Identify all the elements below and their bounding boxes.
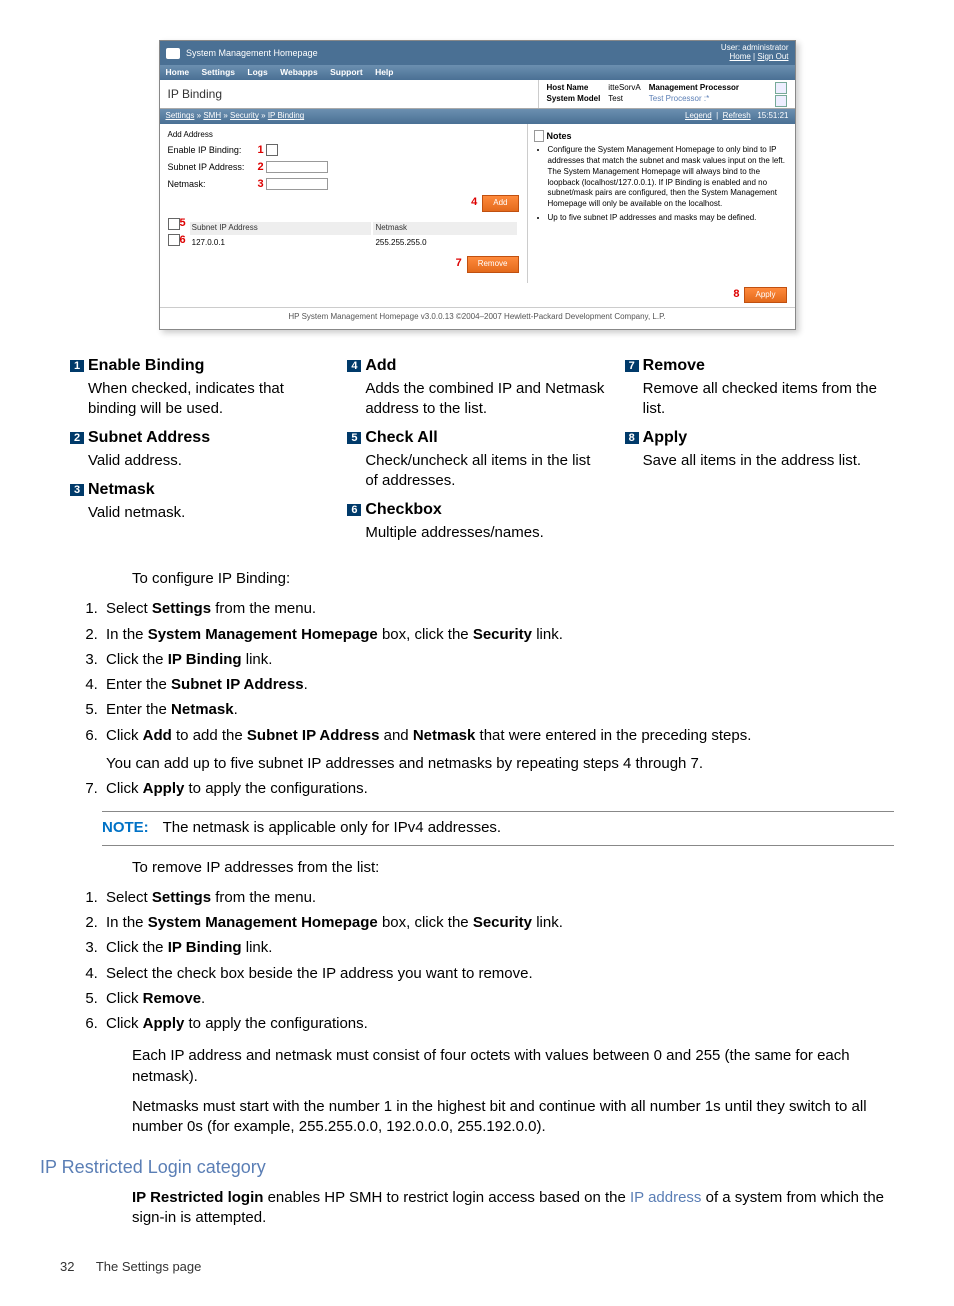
view-grid-icon[interactable] xyxy=(775,95,787,107)
remove-steps: Select Settings from the menu. In the Sy… xyxy=(60,888,894,1035)
section-heading: IP Restricted Login category xyxy=(40,1155,894,1179)
netmask-input[interactable] xyxy=(266,178,328,190)
menu-bar: Home Settings Logs Webapps Support Help xyxy=(160,65,795,80)
enable-label: Enable IP Binding: xyxy=(168,144,258,156)
enable-checkbox[interactable] xyxy=(266,144,278,156)
refresh-link[interactable]: Refresh xyxy=(723,111,751,120)
host-info: Host Name itteSorvA Management Processor… xyxy=(538,80,767,108)
add-header: Add Address xyxy=(168,130,519,141)
menu-webapps[interactable]: Webapps xyxy=(280,67,318,77)
checkall-checkbox[interactable] xyxy=(168,218,180,230)
row-checkbox[interactable] xyxy=(168,234,180,246)
notes-panel: Notes Configure the System Management Ho… xyxy=(527,124,795,283)
menu-logs[interactable]: Logs xyxy=(247,67,267,77)
home-link[interactable]: Home xyxy=(729,52,750,61)
page-title: IP Binding xyxy=(160,80,538,108)
menu-help[interactable]: Help xyxy=(375,67,393,77)
app-screenshot: System Management Homepage User: adminis… xyxy=(159,40,796,330)
app-footer: HP System Management Homepage v3.0.0.13 … xyxy=(160,307,795,329)
callout-legend: 1Enable BindingWhen checked, indicates t… xyxy=(70,355,884,551)
table-row: 127.0.0.1255.255.255.0 xyxy=(190,237,517,250)
view-icons xyxy=(767,80,795,108)
remove-button[interactable]: Remove xyxy=(467,256,519,273)
address-table: Subnet IP AddressNetmask 127.0.0.1255.25… xyxy=(188,220,519,252)
menu-settings[interactable]: Settings xyxy=(202,67,236,77)
app-title: System Management Homepage xyxy=(186,48,318,58)
apply-button[interactable]: Apply xyxy=(744,287,786,304)
hp-logo-icon xyxy=(166,48,180,59)
ip-address-link[interactable]: IP address xyxy=(630,1189,701,1206)
configure-steps: Select Settings from the menu. In the Sy… xyxy=(60,599,894,799)
netmask-label: Netmask: xyxy=(168,178,258,190)
signout-link[interactable]: Sign Out xyxy=(757,52,788,61)
legend-link[interactable]: Legend xyxy=(685,111,712,120)
breadcrumb-bar: Settings » SMH » Security » IP Binding L… xyxy=(160,109,795,124)
note-box: NOTE: The netmask is applicable only for… xyxy=(102,811,894,845)
add-button[interactable]: Add xyxy=(482,195,518,212)
menu-home[interactable]: Home xyxy=(166,67,190,77)
subnet-label: Subnet IP Address: xyxy=(168,161,258,173)
time-label: 15:51:21 xyxy=(757,111,788,120)
view-list-icon[interactable] xyxy=(775,82,787,94)
doc-icon xyxy=(534,130,544,142)
subnet-input[interactable] xyxy=(266,161,328,173)
breadcrumb: Settings » SMH » Security » IP Binding xyxy=(166,111,305,122)
page-footer: 32 The Settings page xyxy=(60,1258,894,1276)
document-body: To configure IP Binding: Select Settings… xyxy=(60,569,894,1276)
menu-support[interactable]: Support xyxy=(330,67,363,77)
title-bar: System Management Homepage User: adminis… xyxy=(160,41,795,65)
